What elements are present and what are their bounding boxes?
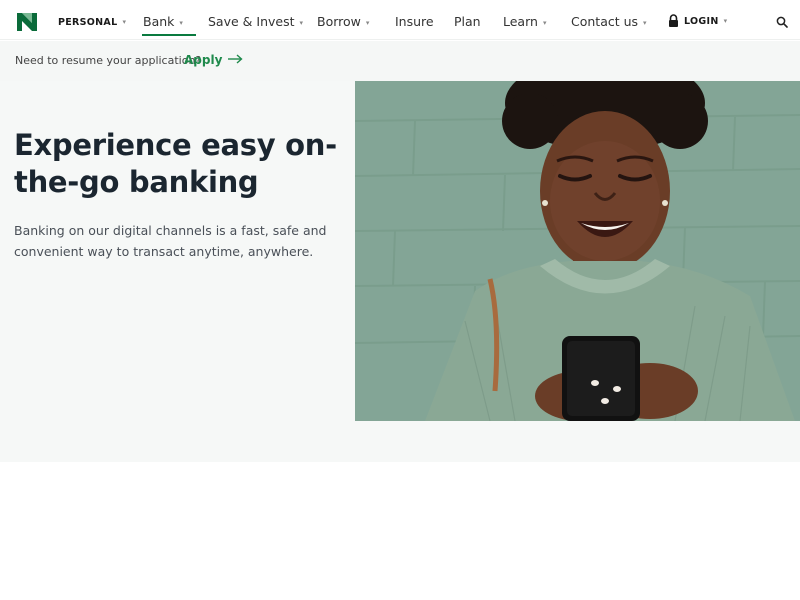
top-navigation: PERSONAL ▾ Bank ▾ Save & Invest ▾ Borrow ▾ I… [0,0,800,40]
nav-item-bank[interactable]: Bank ▾ [142,14,196,36]
nav-item-learn[interactable]: Learn ▾ [503,14,546,29]
hero-title: Experience easy on-the-go banking [14,127,344,201]
resume-text: Need to resume your application? [15,54,202,67]
nav-item-borrow[interactable]: Borrow ▾ [317,14,369,29]
hero-title-bold: Experience easy [14,128,276,162]
chevron-down-icon: ▾ [723,17,728,25]
nav-item-label: Learn [503,14,538,29]
woman-with-phone-illustration [355,81,800,421]
chevron-down-icon: ▾ [179,19,183,27]
chevron-down-icon: ▾ [542,19,547,27]
nav-item-save-invest[interactable]: Save & Invest ▾ [208,14,303,29]
search-icon[interactable] [776,16,788,28]
login-label: LOGIN [684,16,719,27]
chevron-down-icon: ▾ [122,18,127,26]
nav-item-plan[interactable]: Plan [454,14,481,29]
nav-item-label: Contact us [571,14,639,29]
chevron-down-icon: ▾ [299,19,304,27]
login-button[interactable]: LOGIN ▾ [668,14,727,27]
chevron-down-icon: ▾ [643,19,647,27]
lock-icon [669,14,678,27]
apply-link[interactable]: Apply [184,53,243,67]
nedbank-logo-icon[interactable] [15,10,39,34]
hero-image [355,81,800,421]
hero-description: Banking on our digital channels is a fas… [14,223,327,259]
hero-section: Experience easy on-the-go banking Bankin… [0,81,800,462]
chevron-down-icon: ▾ [365,19,370,27]
nav-item-insure[interactable]: Insure [395,14,434,29]
arrow-right-icon [228,54,243,64]
segment-selector[interactable]: PERSONAL ▾ [58,17,126,28]
nav-item-contact-us[interactable]: Contact us ▾ [571,14,647,29]
nav-item-label: Borrow [317,14,361,29]
nav-item-label: Insure [395,14,434,29]
nav-item-label: Bank [143,14,175,29]
nav-item-label: Plan [454,14,481,29]
segment-label: PERSONAL [58,17,118,28]
resume-application-bar: Need to resume your application? Apply [0,41,800,81]
apply-label: Apply [184,53,223,67]
nav-item-label: Save & Invest [208,14,295,29]
